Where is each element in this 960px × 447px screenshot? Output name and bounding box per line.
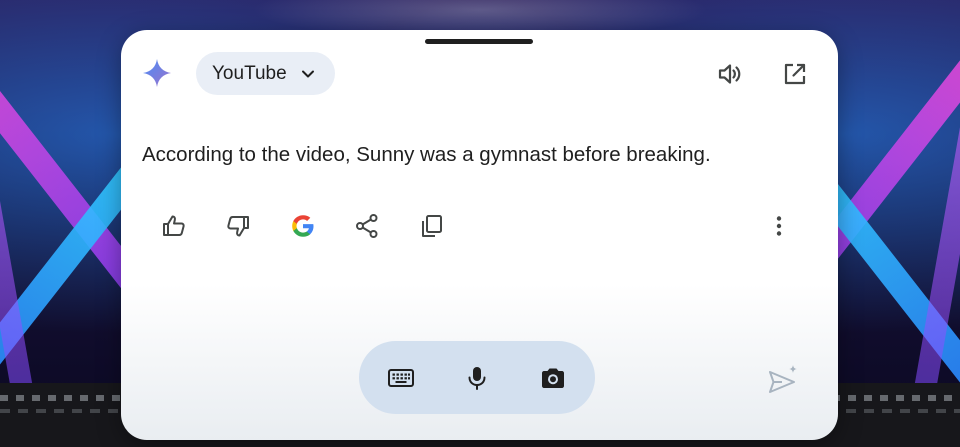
microphone-icon[interactable]: [463, 364, 491, 392]
speaker-icon[interactable]: [716, 60, 744, 88]
send-sparkle-icon[interactable]: [766, 363, 800, 395]
input-mode-bar: [359, 341, 595, 414]
thumbs-up-icon[interactable]: [160, 212, 188, 240]
share-icon[interactable]: [353, 212, 381, 240]
thumbs-down-icon[interactable]: [224, 212, 252, 240]
google-icon[interactable]: [289, 212, 317, 240]
chevron-down-icon: [301, 70, 314, 77]
source-chip-label: YouTube: [212, 62, 287, 84]
open-external-icon[interactable]: [781, 60, 809, 88]
source-chip-youtube[interactable]: YouTube: [196, 52, 335, 95]
copy-icon[interactable]: [418, 212, 446, 240]
assistant-overlay-panel: YouTube According to the video, Sunny wa…: [121, 30, 838, 440]
camera-icon[interactable]: [539, 364, 567, 392]
assistant-response-text: According to the video, Sunny was a gymn…: [142, 143, 711, 166]
sparkle-icon: [143, 59, 171, 87]
more-vert-icon[interactable]: [765, 212, 793, 240]
keyboard-icon[interactable]: [387, 364, 415, 392]
drag-handle[interactable]: [425, 39, 533, 44]
